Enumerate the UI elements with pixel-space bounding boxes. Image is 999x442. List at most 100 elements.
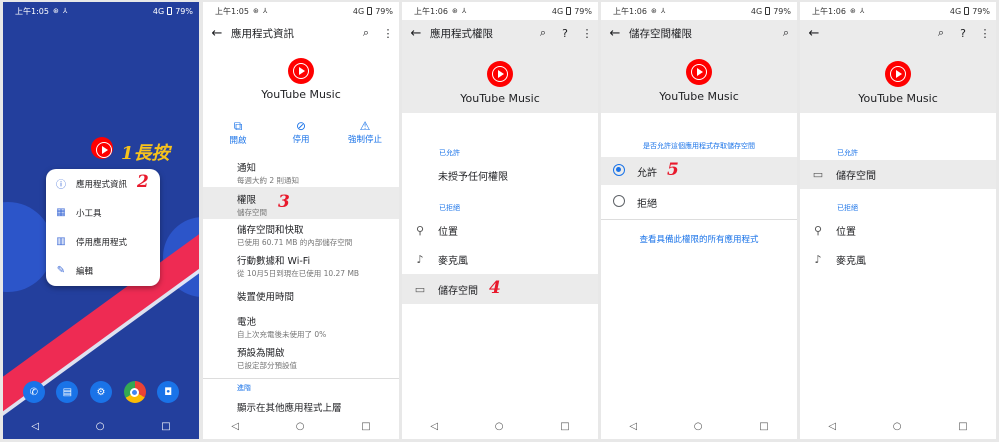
more-vert-icon[interactable]: ⋮ [377,27,399,40]
permission-location[interactable]: ⚲ 位置 [402,218,598,242]
section-denied: 已拒絕 [439,204,460,212]
nav-back-button[interactable]: ◁ [629,421,637,432]
messages-icon[interactable]: ▤ [56,381,79,403]
item-subtitle: 儲存空間 [237,208,267,217]
location-pin-icon: ⚲ [415,223,425,237]
row-label: 麥克風 [438,255,468,267]
item-title: 預設為開啟 [237,348,285,359]
settings-item-screen-time[interactable]: 裝置使用時間 [237,289,294,303]
settings-item-storage[interactable]: 儲存空間和快取 已使用 60.71 MB 的內部儲存空間 [237,222,352,248]
menu-disable-app[interactable]: ▥ 停用應用程式 [46,227,160,256]
radio-deny[interactable] [613,194,625,207]
camera-icon[interactable]: ◘ [157,381,180,403]
youtube-music-logo [288,58,314,84]
settings-item-data[interactable]: 行動數據和 Wi-Fi 從 10月5日到現在已使用 10.27 MB [237,253,359,279]
settings-item-open-by-default[interactable]: 預設為開啟 已設定部分預設值 [237,345,297,371]
top-app-bar: ← 儲存空間權限 ⌕ [601,20,797,46]
option-label: 允許 [637,167,657,179]
menu-label: 小工具 [76,208,102,219]
page-title: 應用程式權限 [430,27,493,40]
youtube-music-icon[interactable] [91,137,113,159]
item-subtitle: 自上次充電後未使用了 0% [237,330,327,339]
permission-microphone[interactable]: ♪ 麥克風 [402,247,598,271]
item-title: 行動數據和 Wi-Fi [237,256,311,267]
search-icon[interactable]: ⌕ [775,26,797,40]
section-allowed: 已允許 [837,149,858,157]
phone-icon[interactable]: ✆ [22,381,45,403]
youtube-music-logo [885,61,911,87]
app-name: YouTube Music [858,92,938,105]
more-vert-icon[interactable]: ⋮ [576,27,598,40]
settings-item-permissions[interactable]: 權限 儲存空間 [237,192,267,218]
item-title: 通知 [237,163,257,174]
permission-location[interactable]: ⚲ 位置 [800,218,996,242]
signal-icon: 4G [352,6,365,16]
arrow-left-icon[interactable]: ← [800,26,828,41]
arrow-left-icon[interactable]: ← [601,26,629,41]
navigation-bar: ◁ ○ □ [402,413,598,439]
search-icon[interactable]: ⌕ [355,26,377,40]
settings-item-display-over[interactable]: 顯示在其他應用程式上層 [237,400,342,414]
nav-recents-button[interactable]: □ [759,421,768,432]
open-icon: ⧉ [233,119,243,133]
nav-recents-button[interactable]: □ [161,421,170,432]
status-time: 上午1:05 [215,6,249,16]
search-icon[interactable]: ⌕ [532,26,554,40]
nav-back-button[interactable]: ◁ [828,421,836,432]
settings-item-notifications[interactable]: 通知 每週大約 2 則通知 [237,160,299,186]
app-name: YouTube Music [460,92,540,105]
nav-home-button[interactable]: ○ [893,421,902,432]
item-title: 電池 [237,317,257,328]
item-subtitle: 已設定部分預設值 [237,361,297,370]
youtube-music-logo [686,59,712,85]
nav-recents-button[interactable]: □ [560,421,569,432]
nav-back-button[interactable]: ◁ [31,421,39,432]
row-label: 位置 [836,226,856,238]
action-open-button[interactable]: ⧉ 開啟 [223,119,253,146]
nav-back-button[interactable]: ◁ [430,421,438,432]
nav-home-button[interactable]: ○ [495,421,504,432]
signal-icon: 4G [949,6,962,16]
trash-icon: ▥ [56,236,66,247]
settings-item-battery[interactable]: 電池 自上次充電後未使用了 0% [237,314,326,340]
search-icon[interactable]: ⌕ [930,26,952,40]
row-label: 儲存空間 [438,285,478,297]
action-label: 開啟 [229,136,247,146]
app-permissions-panel: 上午1:06 ⊛ ⅄ 4G 79% ← 應用程式權限 ⌕ ? ⋮ YouTube… [402,2,598,439]
battery-icon [367,7,373,15]
chrome-icon[interactable] [123,381,146,403]
status-time: 上午1:06 [414,6,448,16]
nav-home-button[interactable]: ○ [96,421,105,432]
nav-back-button[interactable]: ◁ [231,421,239,432]
app-permissions-result-panel: 上午1:06 ⊛ ⅄ 4G 79% ← ⌕ ? ⋮ YouTube Music … [800,2,996,439]
home-screen-panel: 上午1:05 ⊛ ⅄ 4G 79% 1長按 ⓘ 應用程式資訊 ▦ 小工具 ▥ 停… [3,2,199,439]
nav-home-button[interactable]: ○ [694,421,703,432]
permission-microphone[interactable]: ♪ 麥克風 [800,247,996,271]
item-title: 顯示在其他應用程式上層 [237,403,342,414]
permission-storage[interactable]: ▭ 儲存空間 [800,160,996,189]
page-title: 應用程式資訊 [231,27,294,40]
menu-widgets[interactable]: ▦ 小工具 [46,198,160,227]
menu-edit[interactable]: ✎ 編輯 [46,256,160,285]
radio-allow[interactable] [613,163,625,176]
nav-recents-button[interactable]: □ [361,421,370,432]
settings-icon[interactable]: ⚙ [89,381,112,403]
action-disable-button[interactable]: ⊘ 停用 [286,119,316,145]
see-all-apps-link[interactable]: 查看具備此權限的所有應用程式 [601,233,797,245]
navigation-bar: ◁ ○ □ [3,413,199,439]
help-icon[interactable]: ? [554,27,576,40]
help-icon[interactable]: ? [952,27,974,40]
battery-icon [566,7,572,15]
storage-permission-panel: 上午1:06 ⊛ ⅄ 4G 79% ← 儲存空間權限 ⌕ YouTube Mus… [601,2,797,439]
nav-recents-button[interactable]: □ [958,421,967,432]
arrow-left-icon[interactable]: ← [402,26,430,41]
arrow-left-icon[interactable]: ← [203,26,231,41]
nav-home-button[interactable]: ○ [296,421,305,432]
top-app-bar: ← 應用程式資訊 ⌕ ⋮ [203,20,399,46]
more-vert-icon[interactable]: ⋮ [974,27,996,40]
action-force-stop-button[interactable]: ⚠ 強制停止 [343,119,387,145]
youtube-music-logo [487,61,513,87]
option-allow[interactable]: 允許 [601,157,797,185]
app-info-panel: 上午1:05 ⊛ ⅄ 4G 79% ← 應用程式資訊 ⌕ ⋮ YouTube M… [203,2,399,439]
option-deny[interactable]: 拒絕 [601,188,797,216]
